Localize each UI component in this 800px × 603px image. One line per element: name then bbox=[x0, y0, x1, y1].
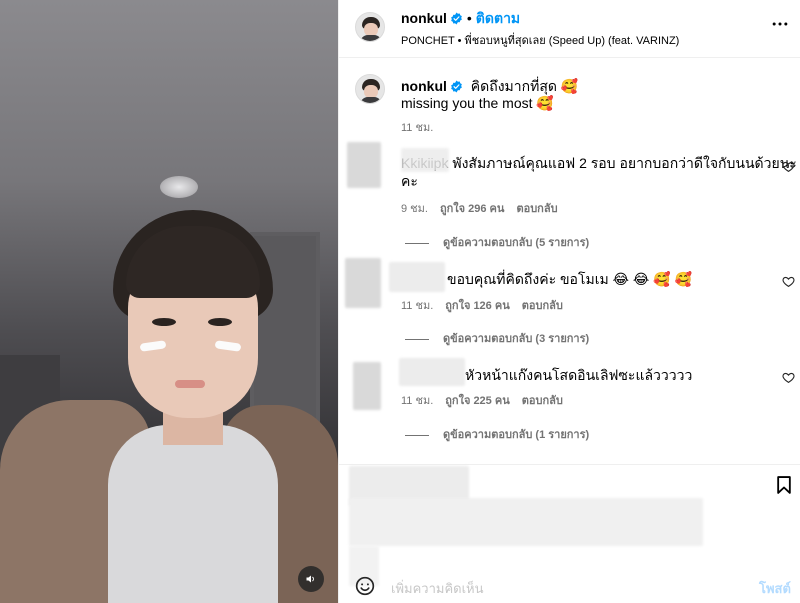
comment-text: หัวหน้าแก๊งคนโสดอินเลิฟซะแล้ววววว bbox=[465, 367, 693, 383]
comment-likes[interactable]: ถูกใจ 296 คน bbox=[440, 203, 504, 215]
caption-time[interactable]: 11 ชม. bbox=[401, 118, 433, 136]
ceiling-lamp bbox=[160, 176, 198, 198]
more-horizontal-icon[interactable] bbox=[770, 14, 790, 34]
post-media-video[interactable] bbox=[0, 0, 338, 603]
comment-meta: 11 ชม. ถูกใจ 225 คน ตอบกลับ bbox=[401, 391, 575, 409]
caption-text-2: missing you the most 🥰 bbox=[401, 95, 554, 111]
emoji-icon[interactable] bbox=[355, 576, 375, 596]
comment-avatar-blurred[interactable] bbox=[345, 258, 381, 308]
heart-outline-icon[interactable] bbox=[782, 160, 795, 173]
comment-username-blurred[interactable] bbox=[389, 262, 445, 292]
comment-time[interactable]: 9 ชม. bbox=[401, 203, 428, 215]
post-side-panel: nonkul • ติดตาม PONCHET • พี่ชอบหนูที่สุด… bbox=[338, 0, 800, 603]
comment-meta: 9 ชม. ถูกใจ 296 คน ตอบกลับ bbox=[401, 199, 570, 217]
view-replies-button[interactable]: ดูข้อความตอบกลับ (5 รายการ) bbox=[405, 233, 589, 251]
eye-left bbox=[152, 318, 176, 326]
follow-separator: • bbox=[466, 10, 472, 26]
comment-text: Kkikiipk พังสัมภาษณ์คุณแอฟ 2 รอบ อยากบอก… bbox=[401, 155, 797, 189]
comment-likes[interactable]: ถูกใจ 126 คน bbox=[445, 300, 509, 312]
comment-reply-button[interactable]: ตอบกลับ bbox=[516, 203, 557, 215]
heart-outline-icon[interactable] bbox=[782, 275, 795, 288]
view-replies-button[interactable]: ดูข้อความตอบกลับ (1 รายการ) bbox=[405, 425, 589, 443]
comment-likes[interactable]: ถูกใจ 225 คน bbox=[445, 395, 509, 407]
likes-blurred-region bbox=[349, 498, 703, 546]
comment-reply-button[interactable]: ตอบกลับ bbox=[522, 395, 563, 407]
follow-button[interactable]: ติดตาม bbox=[476, 10, 520, 26]
caption-username[interactable]: nonkul bbox=[401, 78, 447, 94]
caption-author-avatar[interactable] bbox=[355, 74, 385, 104]
sound-toggle-button[interactable] bbox=[298, 566, 324, 592]
heart-outline-icon[interactable] bbox=[782, 371, 795, 384]
comment-meta: 11 ชม. ถูกใจ 126 คน ตอบกลับ bbox=[401, 296, 575, 314]
comment-reply-button[interactable]: ตอบกลับ bbox=[522, 300, 563, 312]
comment-text: ขอบคุณที่คิดถึงค่ะ ขอโมเม 😂 😂 🥰 🥰 bbox=[447, 271, 692, 287]
view-replies-button[interactable]: ดูข้อความตอบกลับ (3 รายการ) bbox=[405, 329, 589, 347]
add-comment-input[interactable]: เพิ่มความคิดเห็น bbox=[391, 578, 484, 599]
comment-avatar-blurred[interactable] bbox=[347, 142, 381, 188]
comment-time[interactable]: 11 ชม. bbox=[401, 395, 433, 407]
post-comment-button[interactable]: โพสต์ bbox=[759, 578, 791, 599]
comment-username-blurred[interactable] bbox=[399, 358, 465, 386]
comment-username-blurred[interactable] bbox=[401, 148, 449, 172]
bookmark-icon[interactable] bbox=[774, 474, 794, 496]
mouth bbox=[175, 380, 205, 388]
music-attribution[interactable]: PONCHET • พี่ชอบหนูที่สุดเลย (Speed Up) … bbox=[401, 31, 679, 49]
verified-badge-icon bbox=[451, 12, 462, 25]
post-header: nonkul • ติดตาม PONCHET • พี่ชอบหนูที่สุด… bbox=[339, 0, 800, 58]
header-user-line: nonkul • ติดตาม bbox=[401, 8, 520, 30]
shirt bbox=[108, 425, 278, 603]
author-username[interactable]: nonkul bbox=[401, 10, 447, 26]
caption-text-1: คิดถึงมากที่สุด 🥰 bbox=[470, 78, 579, 94]
speaker-icon bbox=[306, 575, 314, 583]
verified-badge-icon bbox=[451, 80, 462, 93]
comment-time[interactable]: 11 ชม. bbox=[401, 300, 433, 312]
eye-right bbox=[208, 318, 232, 326]
comment-avatar-blurred[interactable] bbox=[353, 362, 381, 410]
author-avatar[interactable] bbox=[355, 12, 385, 42]
